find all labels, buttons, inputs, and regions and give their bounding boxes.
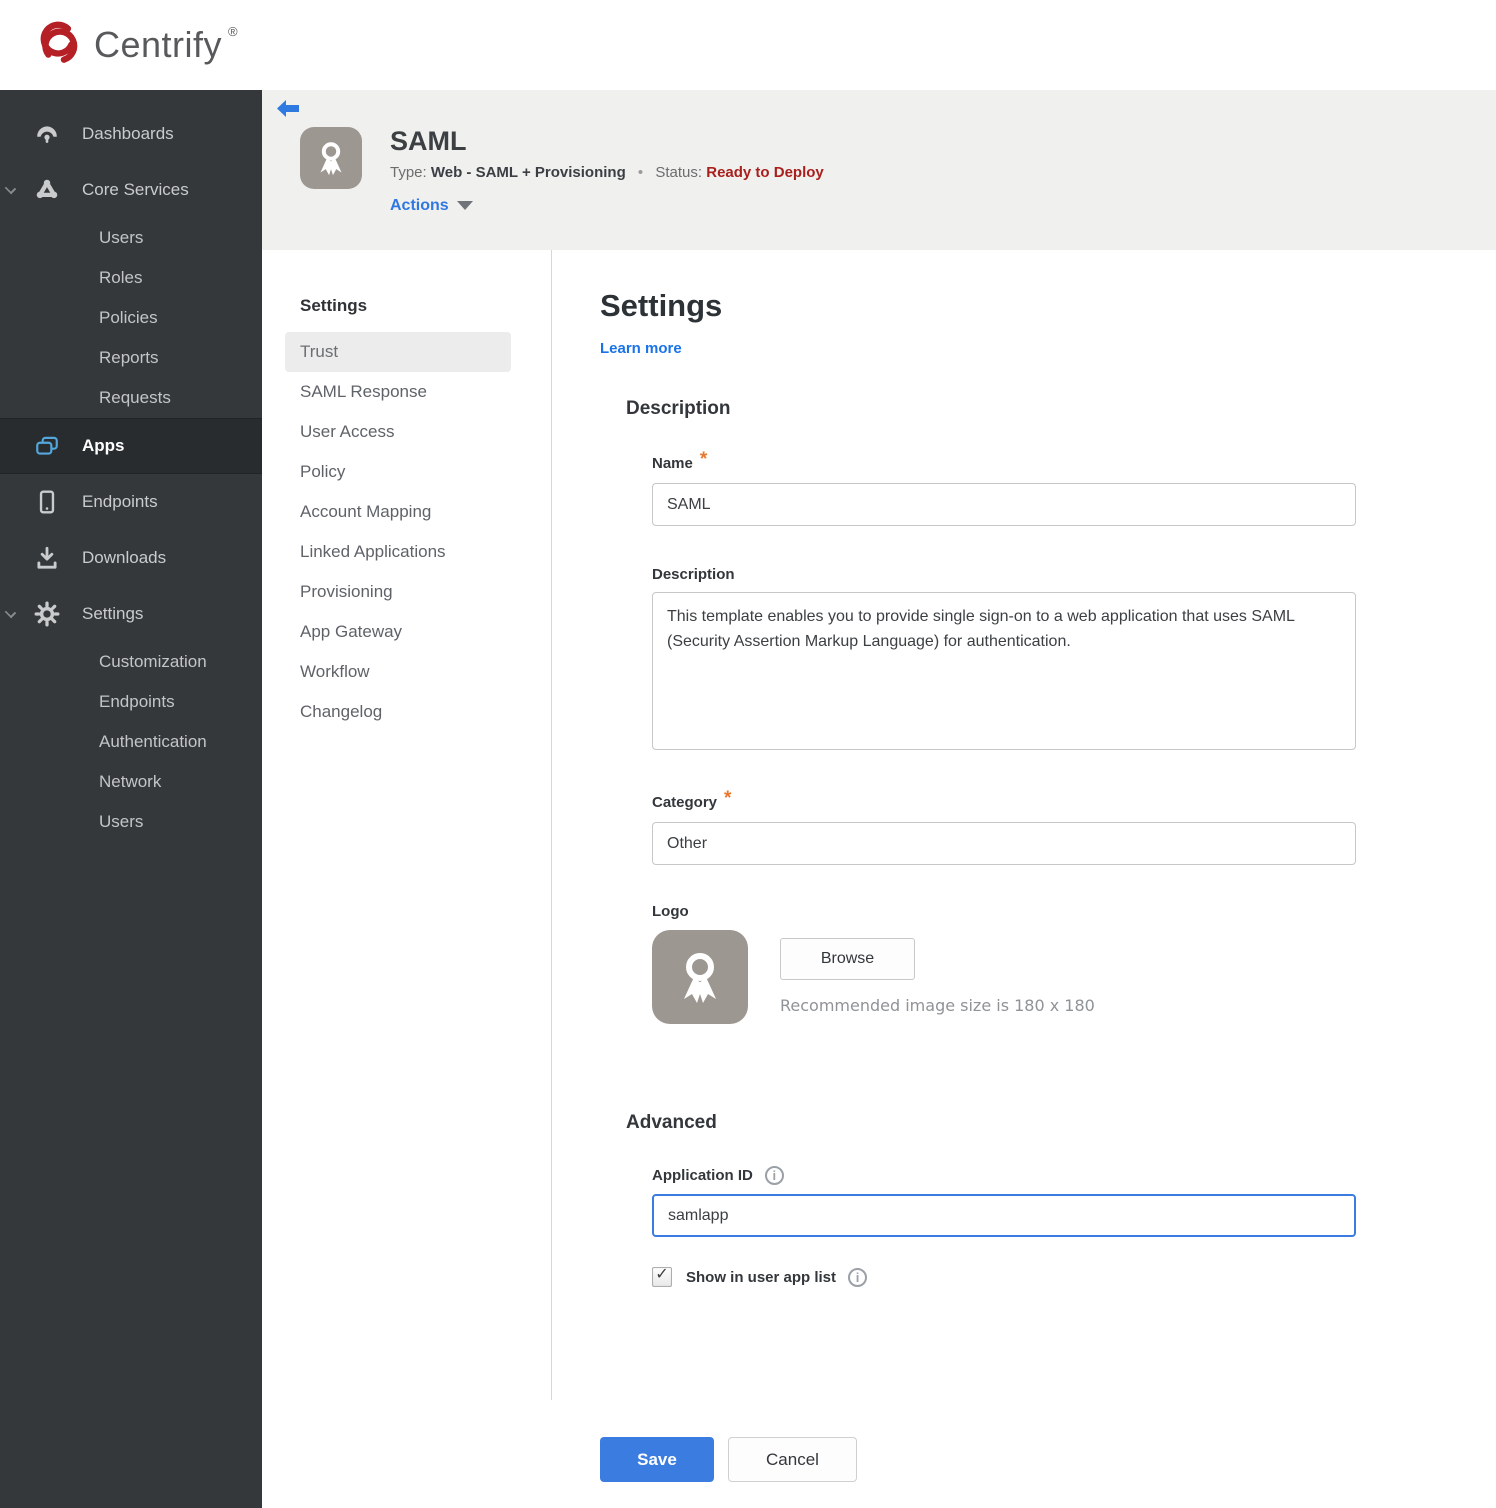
advanced-section-heading: Advanced xyxy=(626,1112,717,1133)
gear-icon xyxy=(34,601,60,627)
core-services-icon xyxy=(34,177,60,203)
description-field[interactable]: This template enables you to provide sin… xyxy=(652,592,1356,750)
sidebar-item-label: Downloads xyxy=(82,548,167,567)
logo-label: Logo xyxy=(652,903,689,920)
status-label: Status: xyxy=(655,163,703,181)
required-asterisk: * xyxy=(699,449,708,470)
sidebar-item-endpoints[interactable]: Endpoints xyxy=(0,474,262,530)
subnav-item-app-gateway[interactable]: App Gateway xyxy=(285,612,511,652)
device-icon xyxy=(34,489,60,515)
application-id-field[interactable] xyxy=(652,1194,1356,1237)
sidebar-item-reports[interactable]: Reports xyxy=(0,338,262,378)
info-icon[interactable]: i xyxy=(764,1166,784,1185)
info-icon[interactable]: i xyxy=(848,1267,868,1287)
sidebar-item-downloads[interactable]: Downloads xyxy=(0,530,262,586)
sidebar-item-apps[interactable]: Apps xyxy=(0,418,262,474)
dot-separator: • xyxy=(637,163,644,181)
subnav-item-linked-applications[interactable]: Linked Applications xyxy=(285,532,511,572)
sidebar-item-label: Settings xyxy=(82,604,144,623)
brand-name: Centrify xyxy=(94,24,223,65)
sidebar-item-authentication[interactable]: Authentication xyxy=(0,722,262,762)
status-value: Ready to Deploy xyxy=(706,163,824,181)
sidebar-item-users-settings[interactable]: Users xyxy=(0,802,262,842)
chevron-down-icon[interactable] xyxy=(4,182,17,195)
gauge-icon xyxy=(34,121,60,147)
sidebar-item-core-services[interactable]: Core Services xyxy=(0,162,262,218)
subnav-item-user-access[interactable]: User Access xyxy=(285,412,511,452)
centrify-logo-icon xyxy=(30,16,84,75)
sidebar-item-users[interactable]: Users xyxy=(0,218,262,258)
learn-more-link[interactable]: Learn more xyxy=(600,340,682,357)
sidebar-item-network[interactable]: Network xyxy=(0,762,262,802)
caret-down-icon xyxy=(456,201,473,211)
actions-label: Actions xyxy=(390,196,449,214)
top-bar: Centrify ® xyxy=(0,0,1496,90)
name-label: Name * xyxy=(652,449,708,472)
sidebar-item-label: Core Services xyxy=(82,180,189,199)
sidebar: Dashboards Core Services Users Roles Pol… xyxy=(0,90,262,1508)
type-value: Web - SAML + Provisioning xyxy=(430,163,626,181)
logo-size-hint: Recommended image size is 180 x 180 xyxy=(780,996,1095,1015)
sidebar-item-dashboards[interactable]: Dashboards xyxy=(0,106,262,162)
show-in-app-list-checkbox[interactable]: ✓ xyxy=(652,1267,672,1287)
category-label: Category * xyxy=(652,788,732,811)
type-label: Type: xyxy=(390,163,427,181)
subnav-item-saml-response[interactable]: SAML Response xyxy=(285,372,511,412)
checkmark-icon: ✓ xyxy=(655,1266,669,1283)
core-services-children: Users Roles Policies Reports Requests xyxy=(0,218,262,418)
sidebar-item-roles[interactable]: Roles xyxy=(0,258,262,298)
sidebar-item-endpoints-settings[interactable]: Endpoints xyxy=(0,682,262,722)
subnav-item-policy[interactable]: Policy xyxy=(285,452,511,492)
cancel-button[interactable]: Cancel xyxy=(728,1437,857,1482)
subnav-item-workflow[interactable]: Workflow xyxy=(285,652,511,692)
apps-icon xyxy=(34,433,60,459)
app-logo-preview xyxy=(652,930,748,1024)
brand: Centrify ® xyxy=(30,16,238,75)
sidebar-item-label: Dashboards xyxy=(82,124,174,143)
sidebar-item-requests[interactable]: Requests xyxy=(0,378,262,418)
sidebar-item-label: Endpoints xyxy=(82,492,158,511)
description-section-heading: Description xyxy=(626,398,731,419)
app-title: SAML xyxy=(390,126,467,156)
settings-panel: Settings Learn more Description Name * S… xyxy=(552,250,1356,1508)
registered-mark: ® xyxy=(228,23,238,39)
actions-menu[interactable]: Actions xyxy=(390,197,824,215)
settings-children: Customization Endpoints Authentication N… xyxy=(0,642,262,842)
back-arrow-icon[interactable] xyxy=(275,98,301,120)
sidebar-item-policies[interactable]: Policies xyxy=(0,298,262,338)
subnav-item-changelog[interactable]: Changelog xyxy=(285,692,511,732)
app-logo-icon xyxy=(300,127,362,189)
settings-subnav: Settings Trust SAML Response User Access… xyxy=(262,250,552,1400)
application-id-label: Application ID i xyxy=(652,1166,1356,1185)
chevron-down-icon[interactable] xyxy=(4,606,17,619)
app-type-status: Type: Web - SAML + Provisioning • Status… xyxy=(390,164,824,181)
subnav-item-provisioning[interactable]: Provisioning xyxy=(285,572,511,612)
save-button[interactable]: Save xyxy=(600,1437,714,1482)
sidebar-item-label: Apps xyxy=(82,436,125,455)
category-field[interactable] xyxy=(652,822,1356,865)
sidebar-item-settings[interactable]: Settings xyxy=(0,586,262,642)
subnav-item-account-mapping[interactable]: Account Mapping xyxy=(285,492,511,532)
subnav-heading: Settings xyxy=(300,296,368,315)
download-icon xyxy=(34,545,60,571)
sidebar-item-customization[interactable]: Customization xyxy=(0,642,262,682)
name-field[interactable] xyxy=(652,483,1356,526)
browse-button[interactable]: Browse xyxy=(780,938,915,980)
required-asterisk: * xyxy=(724,788,732,809)
description-label: Description xyxy=(652,566,735,583)
show-in-app-list-label: Show in user app list xyxy=(686,1268,837,1286)
page-title: Settings xyxy=(600,288,723,323)
app-header: SAML Type: Web - SAML + Provisioning • S… xyxy=(262,90,1496,250)
subnav-item-trust[interactable]: Trust xyxy=(285,332,511,372)
